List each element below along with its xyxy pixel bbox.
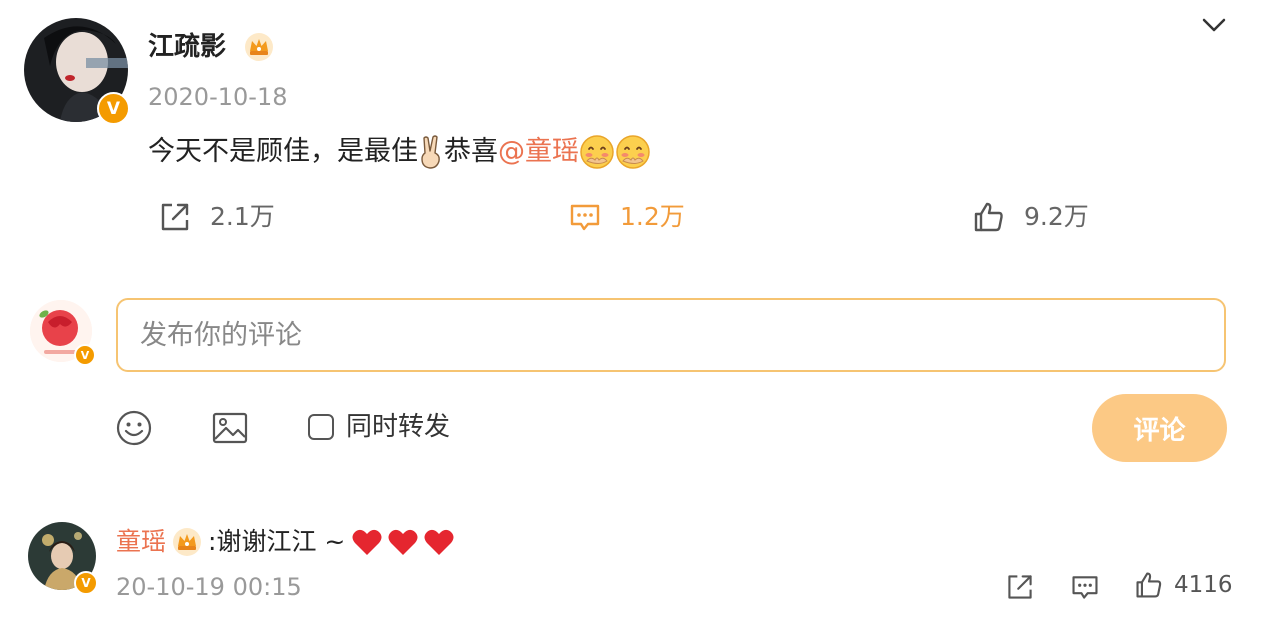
verified-badge-icon: V (74, 344, 96, 366)
comment-input[interactable] (116, 298, 1226, 372)
reply-text: :谢谢江江 ~ (208, 527, 346, 556)
like-button[interactable]: 9.2万 (972, 200, 1089, 234)
mention-link[interactable]: @童瑶 (498, 132, 579, 172)
submit-comment-button[interactable]: 评论 (1092, 394, 1227, 462)
reply-like-button[interactable]: 4116 (1134, 570, 1233, 600)
reply-timestamp: 20-10-19 00:15 (116, 573, 302, 601)
reply-content: 童瑶 :谢谢江江 ~ (116, 526, 459, 558)
comment-count: 1.2万 (620, 202, 685, 231)
repost-label: 同时转发 (346, 412, 451, 442)
blush-emoji-icon (580, 135, 614, 169)
comment-button[interactable]: 1.2万 (568, 200, 685, 234)
crown-badge-icon (173, 528, 202, 556)
chevron-down-icon[interactable] (1198, 12, 1230, 40)
share-icon (1008, 575, 1032, 599)
reply-author-name[interactable]: 童瑶 (116, 526, 166, 558)
blush-emoji-icon (616, 135, 650, 169)
thumbs-up-icon (974, 202, 1003, 232)
share-icon (161, 203, 189, 231)
share-button[interactable]: 2.1万 (158, 200, 275, 234)
smiley-icon[interactable] (115, 409, 153, 447)
post-body: 今天不是顾佳，是最佳 恭喜 @童瑶 (148, 132, 651, 172)
victory-hand-icon (421, 135, 440, 169)
heart-icon (424, 529, 454, 555)
share-count: 2.1万 (210, 202, 275, 231)
repost-checkbox[interactable]: 同时转发 (308, 412, 450, 442)
weibo-post-card: V 江疏影 2020-10-18 今天不是顾佳，是最佳 恭喜 @童瑶 2.1万 … (0, 0, 1264, 628)
verified-badge-icon: V (97, 92, 130, 125)
post-text-main: 今天不是顾佳，是最佳 (148, 136, 418, 167)
heart-icon (352, 529, 382, 555)
like-count: 9.2万 (1024, 202, 1089, 231)
post-date: 2020-10-18 (148, 83, 288, 111)
checkbox-box[interactable] (308, 414, 334, 440)
hearts-emoji-group (351, 528, 459, 556)
reply-like-count: 4116 (1174, 572, 1233, 598)
image-icon[interactable] (211, 409, 249, 447)
reply-share-button[interactable] (1005, 572, 1035, 602)
comment-icon (570, 204, 600, 231)
post-text-congrats: 恭喜 (444, 136, 498, 167)
crown-badge-icon (245, 33, 273, 61)
thumbs-up-icon (1136, 572, 1162, 598)
comment-icon (1072, 576, 1098, 599)
heart-icon (388, 529, 418, 555)
verified-badge-icon: V (74, 571, 98, 595)
author-name[interactable]: 江疏影 (148, 30, 226, 64)
reply-comment-button[interactable] (1070, 572, 1100, 602)
